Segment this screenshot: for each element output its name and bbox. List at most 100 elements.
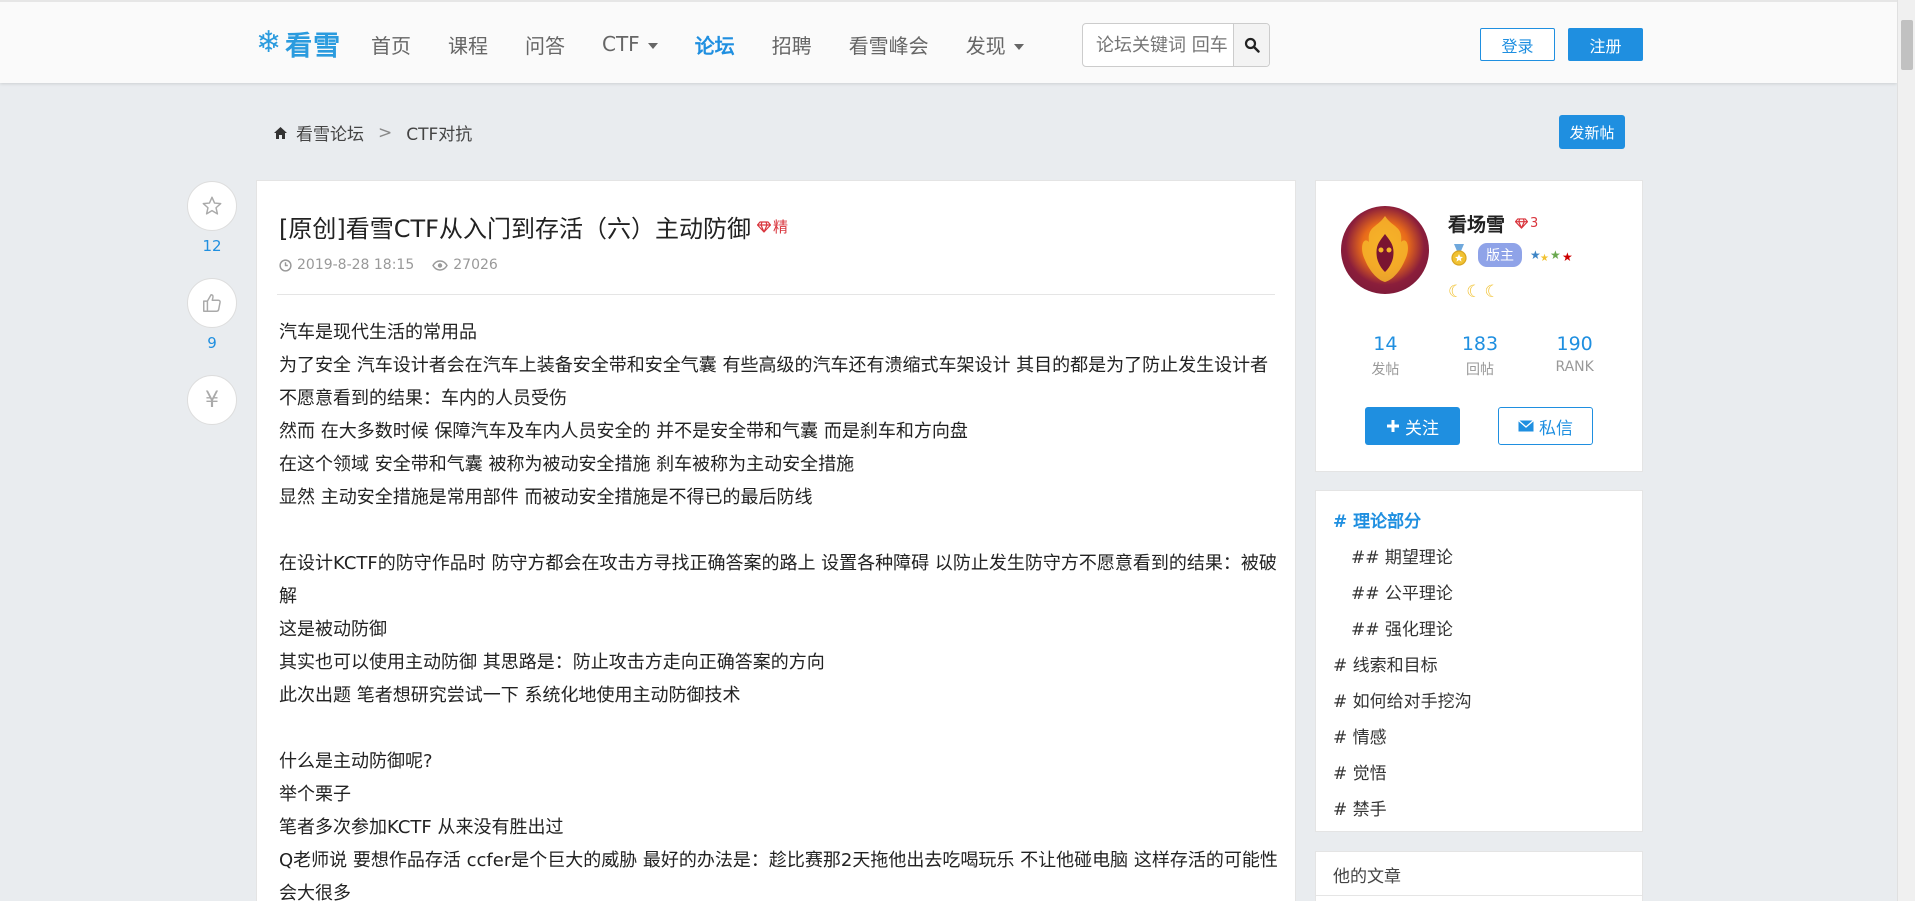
forum-search <box>1082 23 1270 67</box>
svg-text:★: ★ <box>1562 250 1573 263</box>
toc-item[interactable]: # 理论部分 <box>1316 504 1642 540</box>
nav-item-ctf[interactable]: CTF <box>602 32 658 56</box>
toc-item[interactable]: # 线索和目标 <box>1316 648 1642 684</box>
stat-rank[interactable]: 190 RANK <box>1535 333 1615 379</box>
featured-badge: 精 <box>756 216 788 237</box>
article-paragraph: 其实也可以使用主动防御 其思路是：防止攻击方走向正确答案的方向 <box>279 652 825 673</box>
nav-item-qa[interactable]: 问答 <box>525 30 565 59</box>
like-count: 9 <box>207 334 217 352</box>
post-date: 2019-8-28 18:15 <box>279 257 414 273</box>
medal-icon <box>1451 244 1467 266</box>
author-stats: 14 发帖 183 回帖 190 RANK <box>1316 333 1644 379</box>
nav-item-home[interactable]: 首页 <box>371 30 411 59</box>
yen-icon: ¥ <box>205 387 219 413</box>
article-paragraph: 笔者多次参加KCTF 从来没有胜出过 <box>279 817 564 838</box>
chevron-down-icon <box>647 42 658 49</box>
stat-replies[interactable]: 183 回帖 <box>1440 333 1520 379</box>
view-count: 27026 <box>432 257 498 273</box>
nav-item-summit[interactable]: 看雪峰会 <box>849 30 929 59</box>
plus-icon <box>1387 420 1399 432</box>
snowflake-icon: ❄ <box>256 25 282 60</box>
thumbs-up-icon <box>203 294 221 312</box>
author-level: 3 <box>1515 216 1538 231</box>
article-paragraph: 举个栗子 <box>279 784 351 805</box>
breadcrumb-home[interactable]: 看雪论坛 <box>296 120 364 145</box>
title-divider <box>277 294 1275 295</box>
search-icon <box>1244 37 1260 53</box>
reward-button[interactable]: ¥ <box>187 375 237 425</box>
svg-text:★: ★ <box>1550 248 1561 262</box>
register-button[interactable]: 注册 <box>1568 28 1643 61</box>
favorite-button[interactable] <box>187 181 237 231</box>
page-scrollbar[interactable] <box>1897 0 1915 901</box>
toc-item[interactable]: # 如何给对手挖沟 <box>1316 684 1642 720</box>
eye-icon <box>432 259 449 271</box>
moon-icon: ☾ <box>1484 282 1500 302</box>
breadcrumb-current[interactable]: CTF对抗 <box>406 120 472 145</box>
article-paragraph: 此次出题 笔者想研究尝试一下 系统化地使用主动防御技术 <box>279 685 741 706</box>
author-card: 看场雪 3 版主 ★ ★ ★ ★ ☾ ☾ ☾ 14 发帖 183 回帖 190 … <box>1315 180 1643 472</box>
toc-item[interactable]: # 觉悟 <box>1316 756 1642 792</box>
search-button[interactable] <box>1233 24 1269 66</box>
moderator-badge: 版主 <box>1478 243 1522 267</box>
toc-item[interactable]: # 情感 <box>1316 720 1642 756</box>
article-paragraph: 在设计KCTF的防守作品时 防守方都会在攻击方寻找正确答案的路上 设置各种障碍 … <box>279 553 1277 607</box>
article-paragraph: 在这个领域 安全带和气囊 被称为被动安全措施 刹车被称为主动安全措施 <box>279 454 855 475</box>
favorite-count: 12 <box>202 237 222 255</box>
article-title: [原创]看雪CTF从入门到存活（六）主动防御 精 <box>279 209 788 244</box>
toc-item[interactable]: ## 强化理论 <box>1316 612 1642 648</box>
svg-text:★: ★ <box>1540 253 1549 263</box>
message-button[interactable]: 私信 <box>1498 407 1593 445</box>
home-icon <box>274 126 287 139</box>
main-nav: 首页 课程 问答 CTF 论坛 招聘 看雪峰会 发现 <box>371 27 1061 61</box>
article-paragraph: 汽车是现代生活的常用品 <box>279 322 477 343</box>
article-paragraph: 然而 在大多数时候 保障汽车及车内人员安全的 并不是安全带和气囊 而是刹车和方向… <box>279 421 968 442</box>
author-badges: 版主 ★ ★ ★ ★ <box>1448 243 1576 267</box>
author-name[interactable]: 看场雪 3 <box>1448 210 1538 237</box>
moon-icon: ☾ <box>1466 282 1482 302</box>
article-paragraph: 为了安全 汽车设计者会在汽车上装备安全带和安全气囊 有些高级的汽车还有溃缩式车架… <box>279 355 1269 409</box>
nav-item-forum[interactable]: 论坛 <box>695 30 735 59</box>
article-paragraph: 显然 主动安全措施是常用部件 而被动安全措施是不得已的最后防线 <box>279 487 813 508</box>
card-divider <box>1316 895 1642 896</box>
article-paragraph: Q老师说 要想作品存活 ccfer是个巨大的威胁 最好的办法是：趁比赛那2天拖他… <box>279 850 1278 901</box>
stat-posts[interactable]: 14 发帖 <box>1345 333 1425 379</box>
article-paragraph: 这是被动防御 <box>279 619 387 640</box>
article-title-text: [原创]看雪CTF从入门到存活（六）主动防御 <box>279 215 751 243</box>
nav-item-courses[interactable]: 课程 <box>448 30 488 59</box>
toc-item[interactable]: ## 期望理论 <box>1316 540 1642 576</box>
search-input[interactable] <box>1083 24 1233 66</box>
top-navbar: ❄ 看雪 首页 课程 问答 CTF 论坛 招聘 看雪峰会 发现 登录 注册 <box>0 0 1897 83</box>
diamond-icon <box>756 220 771 233</box>
diamond-icon <box>1515 218 1529 229</box>
toc-item[interactable]: # 禁手 <box>1316 792 1642 828</box>
post-actions: 12 9 ¥ <box>187 181 237 425</box>
article-meta: 2019-8-28 18:15 27026 <box>279 257 498 273</box>
other-articles-title: 他的文章 <box>1333 867 1401 887</box>
site-logo[interactable]: ❄ 看雪 <box>256 24 341 62</box>
chevron-down-icon <box>1013 44 1024 50</box>
article-paragraph: 什么是主动防御呢? <box>279 751 433 772</box>
nav-item-discover[interactable]: 发现 <box>966 30 1024 59</box>
star-icon <box>202 196 222 215</box>
like-button[interactable] <box>187 278 237 328</box>
breadcrumb: 看雪论坛 > CTF对抗 <box>273 120 472 145</box>
follow-button[interactable]: 关注 <box>1365 407 1460 445</box>
toc-item[interactable]: ## 公平理论 <box>1316 576 1642 612</box>
breadcrumb-separator: > <box>378 122 393 143</box>
logo-text: 看雪 <box>285 30 342 62</box>
scrollbar-thumb[interactable] <box>1901 20 1913 70</box>
nav-item-jobs[interactable]: 招聘 <box>772 30 812 59</box>
article-body: 汽车是现代生活的常用品 为了安全 汽车设计者会在汽车上装备安全带和安全气囊 有些… <box>279 316 1279 901</box>
avatar[interactable] <box>1341 206 1429 294</box>
moon-badges: ☾ ☾ ☾ <box>1448 282 1500 302</box>
article-card: [原创]看雪CTF从入门到存活（六）主动防御 精 2019-8-28 18:15… <box>256 180 1296 901</box>
fire-figure-icon <box>1362 216 1408 282</box>
stars-icon: ★ ★ ★ ★ <box>1530 248 1573 263</box>
login-button[interactable]: 登录 <box>1480 28 1555 61</box>
envelope-icon <box>1518 420 1534 432</box>
new-post-button[interactable]: 发新帖 <box>1559 115 1625 149</box>
clock-icon <box>279 258 292 272</box>
